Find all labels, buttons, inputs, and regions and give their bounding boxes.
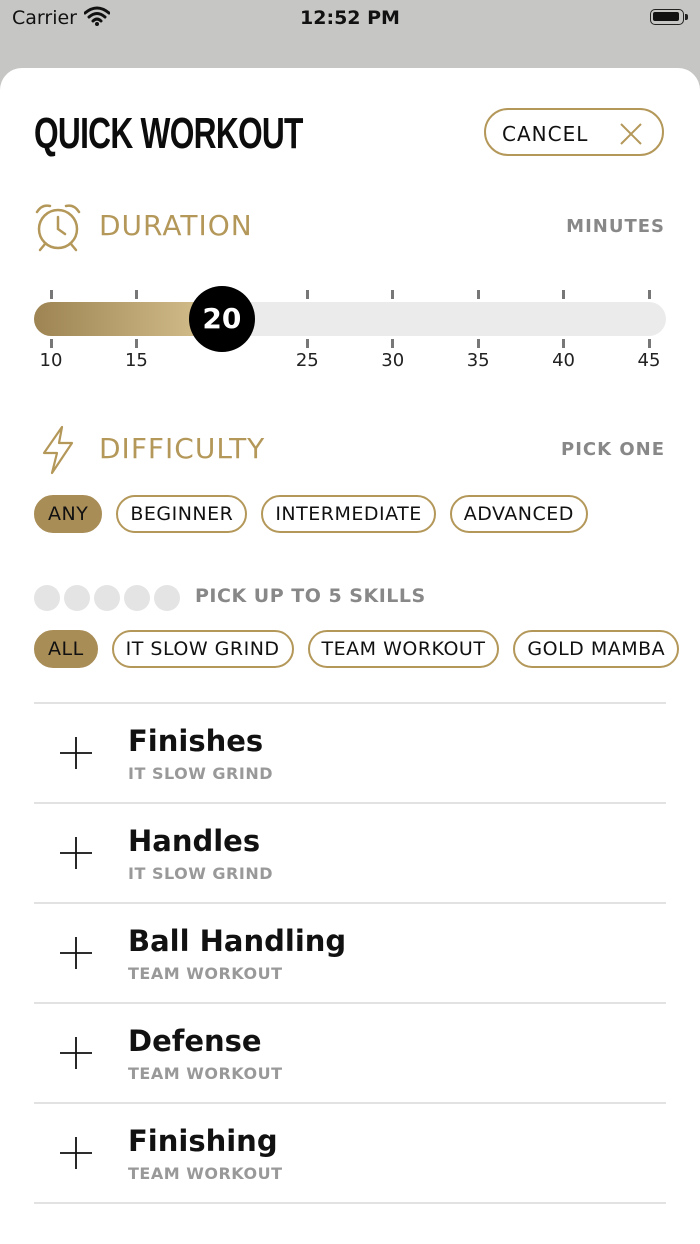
skill-dot <box>34 585 60 611</box>
list-item[interactable]: Defense TEAM WORKOUT <box>34 1004 666 1102</box>
skill-dot <box>94 585 120 611</box>
item-title: Ball Handling <box>128 924 347 958</box>
skill-dot <box>154 585 180 611</box>
slider-tick <box>562 290 566 299</box>
slider-tick <box>391 290 395 299</box>
item-category: TEAM WORKOUT <box>128 1164 283 1183</box>
cancel-label: CANCEL <box>502 122 589 146</box>
slider-tick <box>305 290 309 299</box>
difficulty-options: ANY BEGINNER INTERMEDIATE ADVANCED <box>34 495 602 533</box>
skills-hint: PICK UP TO 5 SKILLS <box>195 585 426 607</box>
alarm-clock-icon <box>35 204 81 252</box>
duration-title: DURATION <box>99 209 253 242</box>
difficulty-chip-any[interactable]: ANY <box>34 495 103 533</box>
difficulty-chip-intermediate[interactable]: INTERMEDIATE <box>261 495 436 533</box>
difficulty-hint: PICK ONE <box>561 439 665 460</box>
slider-thumb[interactable]: 20 <box>188 286 255 352</box>
plus-icon[interactable] <box>60 1037 92 1069</box>
item-category: IT SLOW GRIND <box>128 764 273 783</box>
filter-chip-all[interactable]: ALL <box>34 630 98 668</box>
item-title: Defense <box>128 1024 262 1058</box>
list-item[interactable]: Ball Handling TEAM WORKOUT <box>34 904 666 1002</box>
filter-chip-it-slow-grind[interactable]: IT SLOW GRIND <box>111 630 294 668</box>
item-title: Handles <box>128 824 261 858</box>
plus-icon[interactable] <box>60 837 92 869</box>
slider-tick-label: 45 <box>637 350 661 371</box>
plus-icon[interactable] <box>60 937 92 969</box>
item-category: TEAM WORKOUT <box>128 964 283 983</box>
slider-tick <box>647 339 651 348</box>
status-time: 12:52 PM <box>300 7 400 29</box>
slider-tick-label: 40 <box>552 350 576 371</box>
slider-tick-label: 25 <box>295 350 319 371</box>
divider <box>34 1202 666 1204</box>
skill-selection-dots <box>34 585 184 611</box>
skill-dot <box>124 585 150 611</box>
page-title: QUICK WORKOUT <box>34 109 303 158</box>
list-item[interactable]: Handles IT SLOW GRIND <box>34 804 666 902</box>
slider-tick <box>562 339 566 348</box>
lightning-bolt-icon <box>42 425 74 475</box>
quick-workout-sheet: QUICK WORKOUT CANCEL DURATION MINUTES 10… <box>0 68 700 1244</box>
difficulty-chip-advanced[interactable]: ADVANCED <box>449 495 588 533</box>
duration-hint: MINUTES <box>566 216 665 237</box>
battery-icon <box>650 9 688 25</box>
slider-tick <box>476 290 480 299</box>
plus-icon[interactable] <box>60 1137 92 1169</box>
difficulty-chip-beginner[interactable]: BEGINNER <box>116 495 248 533</box>
item-category: IT SLOW GRIND <box>128 864 273 883</box>
filter-chip-gold-mamba[interactable]: GOLD MAMBA <box>513 630 680 668</box>
status-bar: Carrier 12:52 PM <box>0 0 700 40</box>
list-item[interactable]: Finishes IT SLOW GRIND <box>34 704 666 802</box>
slider-tick-label: 15 <box>124 350 148 371</box>
plus-icon[interactable] <box>60 737 92 769</box>
skill-filters: ALL IT SLOW GRIND TEAM WORKOUT GOLD MAMB… <box>34 630 693 668</box>
cancel-button[interactable]: CANCEL <box>484 108 664 156</box>
slider-tick <box>134 339 138 348</box>
close-icon <box>620 123 642 145</box>
slider-tick <box>305 339 309 348</box>
slider-tick <box>647 290 651 299</box>
slider-tick <box>134 290 138 299</box>
slider-tick-label: 30 <box>381 350 405 371</box>
slider-tick <box>476 339 480 348</box>
skill-dot <box>64 585 90 611</box>
slider-tick <box>49 290 53 299</box>
item-title: Finishes <box>128 724 264 758</box>
slider-tick-label: 10 <box>39 350 63 371</box>
slider-tick-label: 35 <box>466 350 490 371</box>
slider-tick <box>391 339 395 348</box>
difficulty-title: DIFFICULTY <box>99 432 266 465</box>
slider-tick <box>49 339 53 348</box>
item-title: Finishing <box>128 1124 278 1158</box>
list-item[interactable]: Finishing TEAM WORKOUT <box>34 1104 666 1202</box>
filter-chip-team-workout[interactable]: TEAM WORKOUT <box>307 630 500 668</box>
item-category: TEAM WORKOUT <box>128 1064 283 1083</box>
